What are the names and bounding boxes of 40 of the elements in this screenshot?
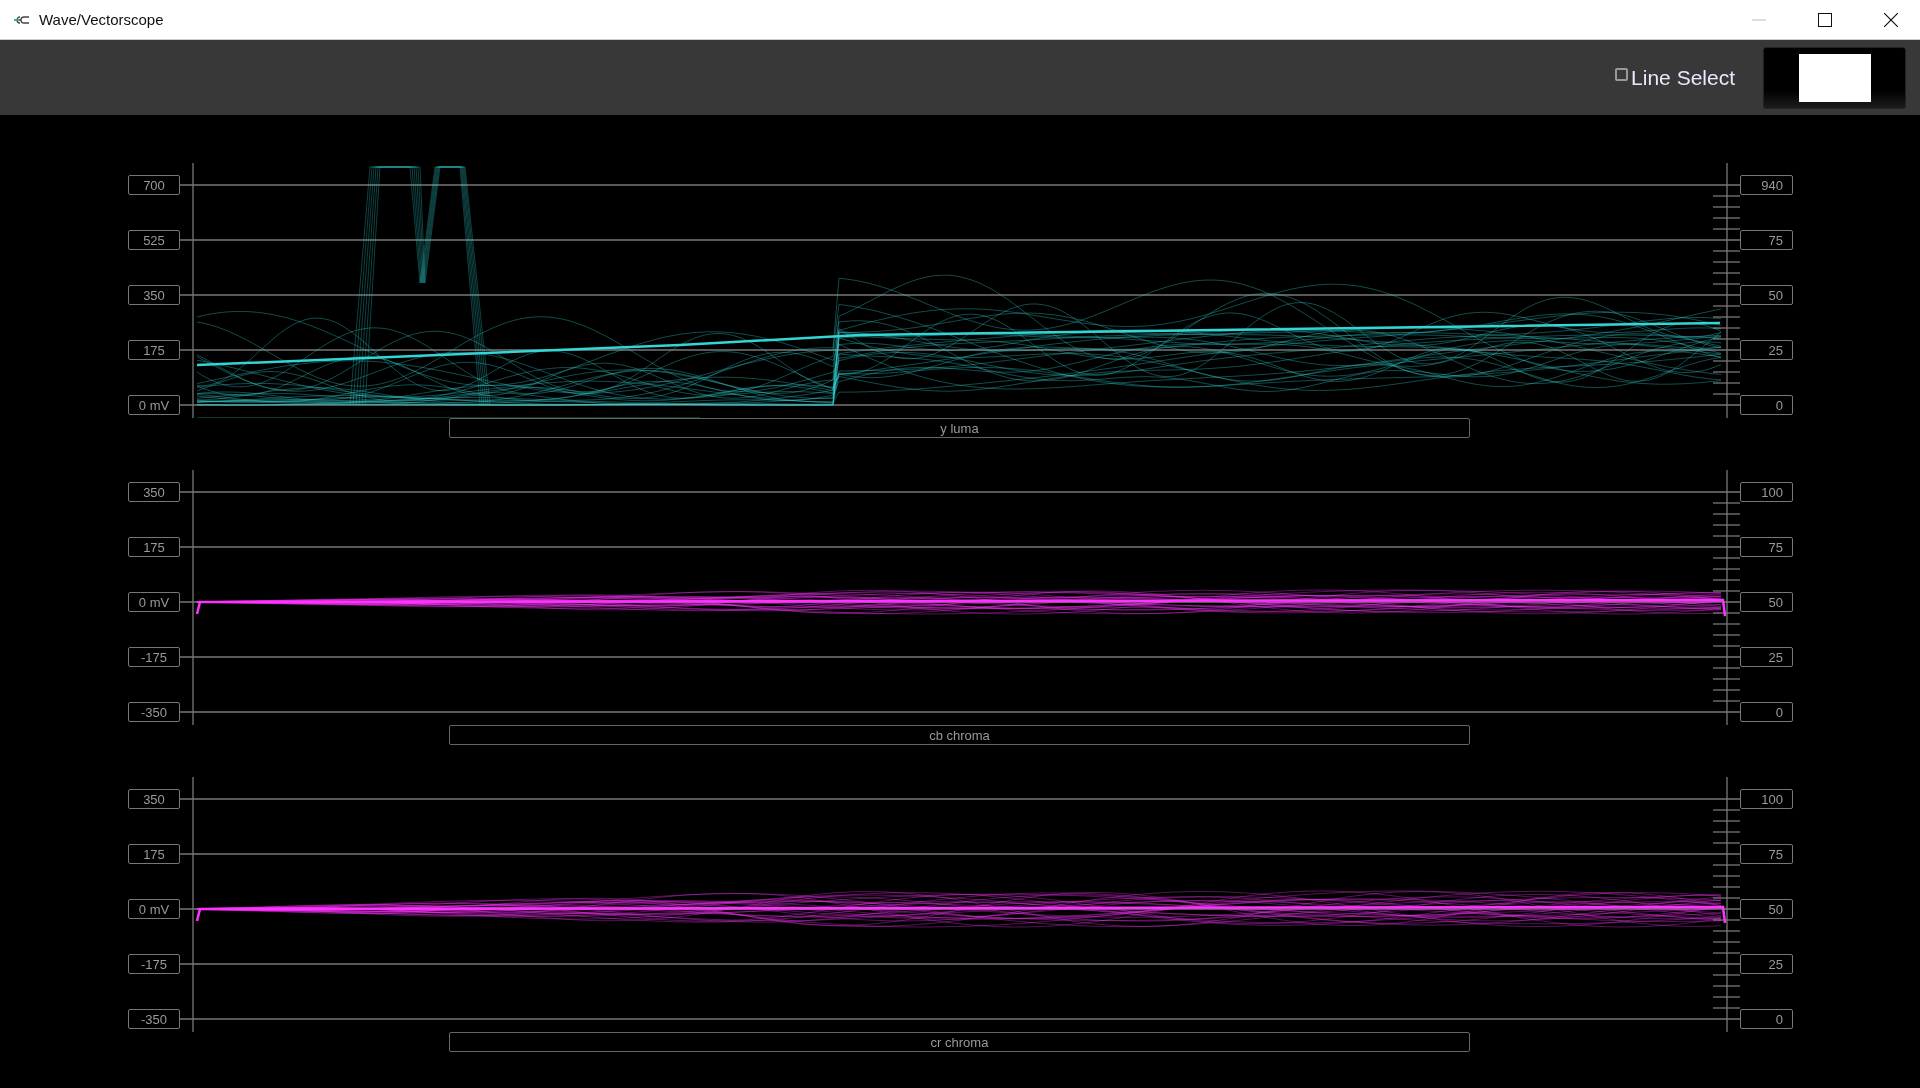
axis-label: -175 (128, 954, 180, 974)
axis-label: 350 (128, 482, 180, 502)
axis-label: 0 mV (128, 899, 180, 919)
axis-label: -175 (128, 647, 180, 667)
axis-label: 350 (128, 285, 180, 305)
channel-label: cr chroma (449, 1032, 1470, 1052)
axis-label: 940 (1740, 175, 1793, 195)
axis-label: 175 (128, 844, 180, 864)
axis-label: 50 (1740, 592, 1793, 612)
axis-label: -350 (128, 1009, 180, 1029)
axis-label: 25 (1740, 340, 1793, 360)
axis-label: 0 (1740, 395, 1793, 415)
axis-label: -350 (128, 702, 180, 722)
checkbox[interactable] (1615, 68, 1629, 81)
window-title: Wave/Vectorscope (39, 11, 164, 28)
axis-label: 0 (1740, 1009, 1793, 1029)
axis-label: 700 (128, 175, 180, 195)
axis-label: 100 (1740, 482, 1793, 502)
axis-label: 25 (1740, 647, 1793, 667)
axis-label: 525 (128, 230, 180, 250)
axis-label: 350 (128, 789, 180, 809)
axis-label: 175 (128, 537, 180, 557)
axis-label: 25 (1740, 954, 1793, 974)
axis-label: 0 (1740, 702, 1793, 722)
channel-label: y luma (449, 418, 1470, 438)
checkbox-label[interactable]: Line Select (1631, 65, 1735, 90)
app-icon (13, 14, 31, 25)
axis-label: 50 (1740, 285, 1793, 305)
axis-label: 50 (1740, 899, 1793, 919)
color-swatch-button[interactable] (1763, 46, 1906, 109)
axis-label: 75 (1740, 537, 1793, 557)
axis-label: 75 (1740, 230, 1793, 250)
close-icon[interactable] (1884, 12, 1898, 27)
channel-label: cb chroma (449, 725, 1470, 745)
axis-label: 175 (128, 340, 180, 360)
axis-label: 75 (1740, 844, 1793, 864)
maximize-icon[interactable] (1818, 12, 1832, 27)
axis-label: 0 mV (128, 395, 180, 415)
axis-label: 100 (1740, 789, 1793, 809)
axis-label: 0 mV (128, 592, 180, 612)
